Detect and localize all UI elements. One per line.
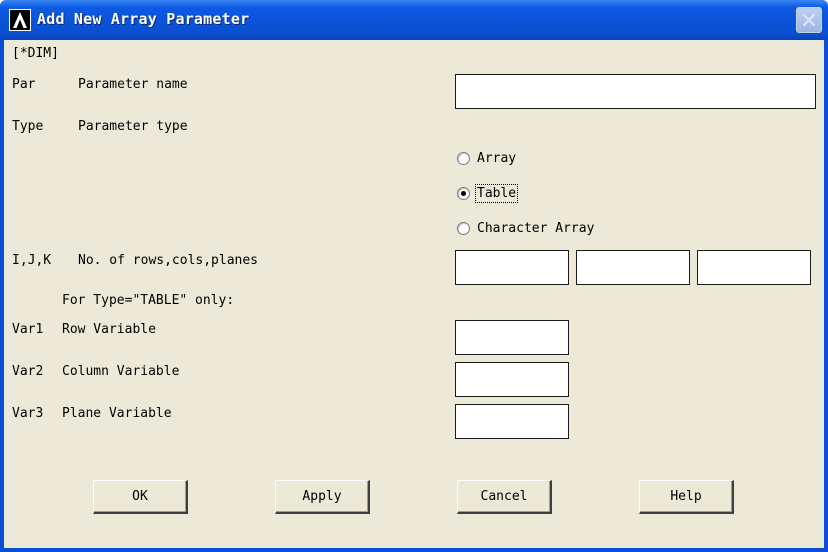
ijk-code-label: I,J,K xyxy=(12,253,52,268)
var1-label: Row Variable xyxy=(62,322,156,337)
ansys-logo-icon xyxy=(9,9,31,31)
cancel-button[interactable]: Cancel xyxy=(457,480,552,514)
close-button[interactable] xyxy=(796,7,822,33)
command-label: [*DIM] xyxy=(12,46,59,61)
radio-character-array-circle[interactable] xyxy=(457,221,470,235)
radio-character-array-label[interactable]: Character Array xyxy=(477,221,594,236)
radio-character-array[interactable]: Character Array xyxy=(457,218,594,238)
radio-table[interactable]: Table xyxy=(457,183,519,203)
cols-input[interactable] xyxy=(577,251,689,284)
rows-input[interactable] xyxy=(456,251,568,284)
plane-variable-input[interactable] xyxy=(456,405,568,438)
var2-label: Column Variable xyxy=(62,364,180,379)
window-title: Add New Array Parameter xyxy=(37,10,250,28)
planes-input[interactable] xyxy=(698,251,810,284)
radio-table-label[interactable]: Table xyxy=(474,183,519,203)
table-only-note: For Type="TABLE" only: xyxy=(62,293,235,308)
radio-table-circle[interactable] xyxy=(457,186,470,200)
ijk-label: No. of rows,cols,planes xyxy=(78,253,259,268)
var3-label: Plane Variable xyxy=(62,406,172,421)
ok-button[interactable]: OK xyxy=(93,480,188,514)
par-code-label: Par xyxy=(12,77,36,92)
apply-button[interactable]: Apply xyxy=(275,480,370,514)
parameter-name-input[interactable] xyxy=(456,75,815,108)
close-icon xyxy=(802,13,816,27)
planes-field[interactable] xyxy=(697,250,811,285)
radio-array-label[interactable]: Array xyxy=(477,151,516,166)
var1-code-label: Var1 xyxy=(12,322,44,337)
radio-array-circle[interactable] xyxy=(457,151,470,165)
column-variable-field[interactable] xyxy=(455,362,569,397)
title-bar[interactable]: Add New Array Parameter xyxy=(0,0,828,40)
plane-variable-field[interactable] xyxy=(455,404,569,439)
rows-field[interactable] xyxy=(455,250,569,285)
type-code-label: Type xyxy=(12,119,44,134)
type-label: Parameter type xyxy=(78,119,188,134)
var2-code-label: Var2 xyxy=(12,364,44,379)
par-name-label: Parameter name xyxy=(78,77,188,92)
row-variable-input[interactable] xyxy=(456,321,568,354)
dialog-window: Add New Array Parameter [*DIM] Par Param… xyxy=(0,0,828,552)
radio-array[interactable]: Array xyxy=(457,148,516,168)
column-variable-input[interactable] xyxy=(456,363,568,396)
parameter-name-field[interactable] xyxy=(455,74,816,109)
cols-field[interactable] xyxy=(576,250,690,285)
help-button[interactable]: Help xyxy=(639,480,734,514)
var3-code-label: Var3 xyxy=(12,406,44,421)
row-variable-field[interactable] xyxy=(455,320,569,355)
